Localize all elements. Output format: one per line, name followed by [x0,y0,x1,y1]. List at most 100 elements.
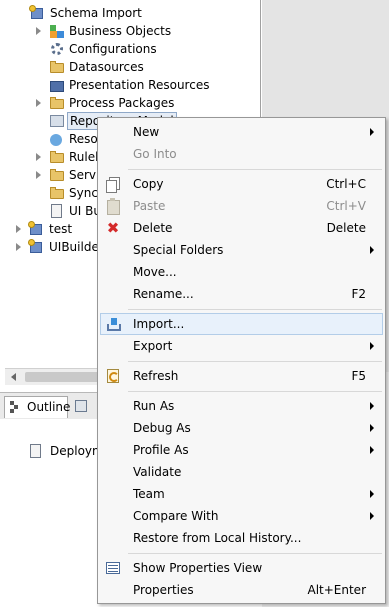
menu-shortcut: F5 [351,369,366,383]
menu-item-restore-history[interactable]: Restore from Local History... [100,527,383,549]
outline-icon [10,401,22,413]
menu-item-validate[interactable]: Validate [100,461,383,483]
menu-label: Go Into [133,147,177,161]
tree-label: Schema Import [50,6,142,20]
folder-icon [49,149,65,165]
menu-item-import[interactable]: Import... [100,313,383,335]
menu-item-rename[interactable]: Rename... F2 [100,283,383,305]
menu-item-run-as[interactable]: Run As [100,395,383,417]
menu-label: Rename... [133,287,194,301]
menu-item-copy[interactable]: Copy Ctrl+C [100,173,383,195]
expand-arrow-icon[interactable] [36,99,41,107]
menu-label: Restore from Local History... [133,531,302,545]
project-icon [29,5,45,21]
tree-label: test [49,222,73,236]
submenu-arrow-icon [370,402,374,410]
business-objects-icon [49,23,65,39]
menu-separator [128,361,382,362]
project-icon [28,239,44,255]
expand-arrow-icon[interactable] [36,153,41,161]
tab-outline[interactable]: Outline [4,396,71,418]
tree-label: Configurations [69,42,157,56]
tree-label: Process Packages [69,96,175,110]
menu-label: New [133,125,160,139]
menu-item-new[interactable]: New [100,121,383,143]
menu-item-refresh[interactable]: Refresh F5 [100,365,383,387]
view-tab-icon[interactable] [74,399,90,415]
refresh-icon [105,368,121,384]
menu-label: Debug As [133,421,191,435]
gear-icon [49,41,65,57]
outline-item-label: Deploym [50,444,104,458]
repository-icon [49,113,65,129]
expand-arrow-icon[interactable] [36,171,41,179]
menu-item-paste[interactable]: Paste Ctrl+V [100,195,383,217]
expand-arrow-icon[interactable] [36,27,41,35]
menu-label: Compare With [133,509,219,523]
tree-label: Presentation Resources [69,78,210,92]
tree-label: Datasources [69,60,144,74]
menu-item-properties[interactable]: Properties Alt+Enter [100,579,383,601]
submenu-arrow-icon [370,342,374,350]
menu-label: Validate [133,465,182,479]
menu-label: Export [133,339,173,353]
submenu-arrow-icon [370,446,374,454]
menu-separator [128,169,382,170]
menu-separator [128,309,382,310]
copy-icon [105,176,121,193]
menu-item-delete[interactable]: ✖ Delete Delete [100,217,383,239]
menu-item-go-into[interactable]: Go Into [100,143,383,165]
menu-item-compare-with[interactable]: Compare With [100,505,383,527]
delete-icon: ✖ [106,219,120,237]
menu-item-move[interactable]: Move... [100,261,383,283]
expand-arrow-icon[interactable] [16,243,21,251]
menu-item-export[interactable]: Export [100,335,383,357]
menu-label: Properties [133,583,194,597]
submenu-arrow-icon [370,128,374,136]
submenu-arrow-icon [370,490,374,498]
context-menu: New Go Into Copy Ctrl+C Paste Ctrl+V ✖ D… [97,117,386,604]
submenu-arrow-icon [370,246,374,254]
menu-label: Run As [133,399,175,413]
tree-label: Sync [69,186,98,200]
menu-label: Refresh [133,369,179,383]
paste-icon [105,198,121,215]
menu-shortcut: Delete [326,221,366,235]
menu-label: Paste [133,199,166,213]
expand-arrow-icon[interactable] [16,225,21,233]
folder-icon [49,167,65,183]
menu-label: Show Properties View [133,561,263,575]
menu-label: Move... [133,265,177,279]
menu-label: Special Folders [133,243,224,257]
menu-item-profile-as[interactable]: Profile As [100,439,383,461]
menu-label: Copy [133,177,164,191]
menu-shortcut: Ctrl+V [326,199,366,213]
menu-shortcut: Ctrl+C [326,177,366,191]
menu-item-debug-as[interactable]: Debug As [100,417,383,439]
menu-shortcut: Alt+Enter [307,583,366,597]
presentation-icon [49,77,65,93]
resources-icon [49,131,65,147]
menu-shortcut: F2 [351,287,366,301]
document-icon [49,203,65,219]
submenu-arrow-icon [370,512,374,520]
menu-separator [128,391,382,392]
menu-label: Delete [133,221,173,235]
menu-item-show-properties-view[interactable]: Show Properties View [100,557,383,579]
deployment-icon [28,443,44,459]
import-icon [106,317,122,333]
folder-icon [49,59,65,75]
menu-label: Team [133,487,165,501]
scroll-left-arrow-icon[interactable] [11,373,16,381]
tab-outline-label: Outline [27,400,71,414]
project-icon [28,221,44,237]
menu-item-special-folders[interactable]: Special Folders [100,239,383,261]
tree-label: UIBuilder [49,240,104,254]
menu-item-team[interactable]: Team [100,483,383,505]
properties-view-icon [105,560,121,576]
tree-label: Business Objects [69,24,172,38]
submenu-arrow-icon [370,424,374,432]
folder-icon [49,185,65,201]
scrollbar-thumb[interactable] [25,372,105,382]
menu-separator [128,553,382,554]
